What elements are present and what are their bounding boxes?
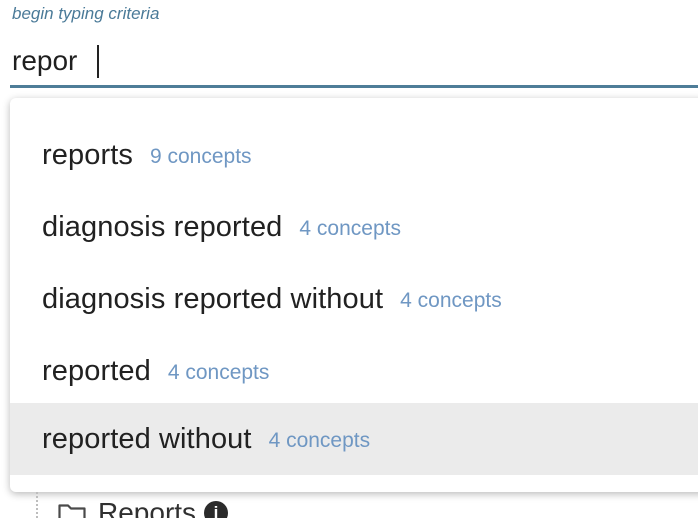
info-icon[interactable]: i bbox=[204, 501, 229, 518]
suggestion-item[interactable]: reports 9 concepts bbox=[10, 119, 698, 191]
suggestion-item-highlighted[interactable]: reported without 4 concepts bbox=[10, 403, 698, 475]
suggestion-text: diagnosis reported bbox=[42, 210, 283, 243]
tree-connector-line bbox=[36, 492, 38, 518]
folder-icon bbox=[58, 502, 86, 518]
search-input[interactable] bbox=[10, 40, 690, 82]
suggestion-dropdown: reports 9 concepts diagnosis reported 4 … bbox=[10, 98, 698, 492]
suggestion-count: 4 concepts bbox=[167, 360, 270, 384]
suggestion-text: reported bbox=[42, 354, 151, 387]
search-field[interactable] bbox=[10, 38, 698, 88]
suggestion-count: 9 concepts bbox=[149, 144, 252, 168]
search-label: begin typing criteria bbox=[12, 4, 160, 23]
suggestion-count: 4 concepts bbox=[299, 216, 401, 240]
suggestion-count: 4 concepts bbox=[268, 428, 371, 452]
criteria-search-panel: begin typing criteria reports 9 concepts… bbox=[0, 0, 698, 518]
suggestion-count: 4 concepts bbox=[400, 288, 502, 312]
tree-item-label: Reports bbox=[98, 497, 197, 518]
suggestion-item[interactable]: diagnosis reported 4 concepts bbox=[10, 191, 698, 263]
suggestion-text: reports bbox=[42, 138, 133, 171]
tree-item-reports[interactable]: Reports i bbox=[58, 496, 229, 518]
suggestion-text: reported without bbox=[42, 422, 252, 455]
suggestion-text: diagnosis reported without bbox=[42, 282, 384, 315]
suggestion-item[interactable]: diagnosis reported without 4 concepts bbox=[10, 263, 698, 335]
text-caret bbox=[97, 45, 99, 78]
suggestion-item[interactable]: reported 4 concepts bbox=[10, 335, 698, 407]
